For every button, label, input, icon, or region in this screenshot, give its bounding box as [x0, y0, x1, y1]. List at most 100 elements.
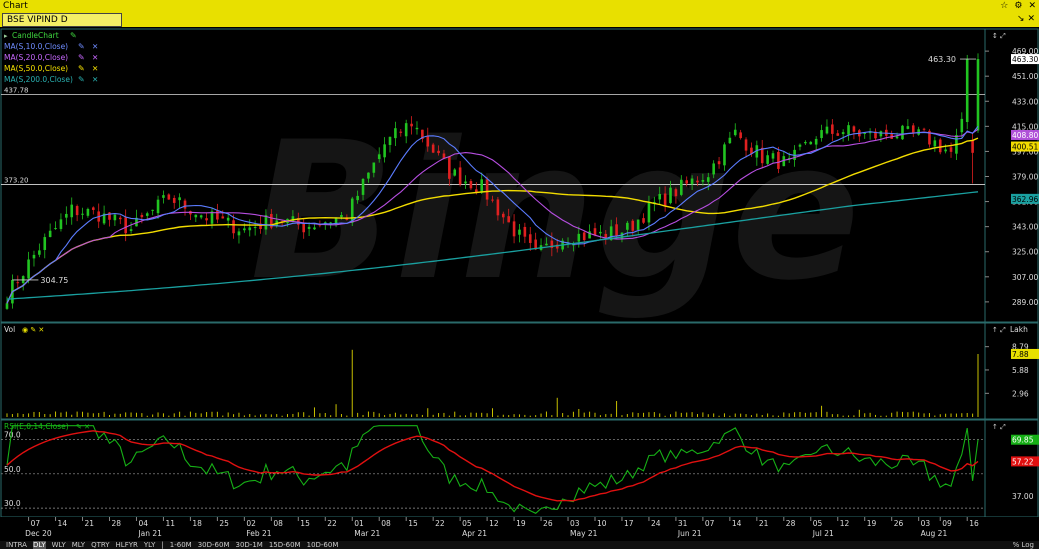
candle-body	[798, 144, 802, 147]
timeframe-item[interactable]: MLY	[72, 541, 85, 549]
candle-body	[615, 224, 618, 237]
legend-ma: MA(S,50.0,Close)	[4, 64, 68, 73]
remove-icon: ✕	[92, 53, 98, 62]
candle-body	[92, 207, 95, 210]
price-tick-label: 343.00	[1012, 223, 1038, 232]
candle-body	[895, 136, 899, 139]
x-tick-label: 31	[678, 519, 688, 528]
favorite-icon[interactable]: ☆	[1000, 1, 1008, 11]
scale-options[interactable]: % Log	[1013, 541, 1034, 549]
rsi-axis-label: 37.00	[1012, 492, 1034, 501]
x-tick-label: 07	[31, 519, 41, 528]
timeframe-item[interactable]: 15D-60M	[269, 541, 301, 549]
candle-body	[501, 213, 505, 218]
candle-body	[415, 127, 419, 130]
candle-body	[480, 179, 484, 193]
x-tick-label: 22	[327, 519, 337, 528]
x-tick-label: 18	[192, 519, 202, 528]
price-tag: 463.30	[1012, 55, 1038, 64]
candle-body	[669, 187, 672, 204]
timeframe-item[interactable]: WLY	[52, 541, 66, 549]
close-icon[interactable]: ✕	[1028, 1, 1036, 11]
candle-body	[528, 234, 532, 243]
candle-body	[388, 136, 392, 145]
price-tag: 362.96	[1012, 195, 1038, 204]
candle-body	[518, 229, 521, 235]
candle-body	[933, 140, 937, 147]
candle-body	[183, 200, 187, 209]
candle-body	[760, 147, 764, 164]
candle-body	[701, 180, 705, 182]
candle-body	[852, 126, 856, 132]
candle-body	[226, 217, 230, 221]
x-tick-label: 01	[354, 519, 364, 528]
x-tick-label: 19	[867, 519, 877, 528]
candle-body	[642, 218, 645, 223]
timeframe-item[interactable]: QTRY	[91, 541, 109, 549]
edit-icon: ✎	[78, 53, 85, 62]
timeframe-item[interactable]: 30D-1M	[236, 541, 263, 549]
settings-icon[interactable]: ⚙	[1014, 1, 1022, 11]
symbol-bar-controls[interactable]: ↘ ✕	[1017, 12, 1035, 27]
x-tick-label: 11	[165, 519, 175, 528]
chart-canvas[interactable]: Binge469.00451.00433.00415.00397.00379.0…	[0, 27, 1039, 541]
price-tick-label: 433.00	[1012, 97, 1038, 106]
rsi-tag: 57.22	[1012, 457, 1034, 466]
volume-tick-label: 5.88	[1012, 366, 1029, 375]
volume-unit: Lakh	[1010, 325, 1028, 334]
candle-body	[485, 179, 489, 200]
candle-body	[5, 303, 9, 309]
rsi-panel	[0, 419, 1039, 518]
low-level-label: 373.20	[4, 177, 29, 185]
symbol-bar: BSE VIPIND D ↘ ✕	[0, 12, 1039, 27]
x-tick-label: 16	[969, 519, 979, 528]
candle-body	[690, 178, 694, 185]
candle-body	[65, 213, 68, 218]
month-label: Jan 21	[137, 529, 162, 538]
candle-body	[361, 178, 365, 195]
candle-body	[221, 216, 225, 219]
candle-body	[48, 230, 52, 238]
timeframe-item[interactable]: 1-60M	[170, 541, 192, 549]
timeframe-item[interactable]: 30D-60M	[198, 541, 230, 549]
legend-ma: MA(S,20.0,Close)	[4, 53, 68, 62]
candle-body	[960, 118, 964, 133]
timeframe-item[interactable]: HLFYR	[116, 541, 138, 549]
candle-body	[777, 151, 780, 169]
candle-body	[647, 202, 651, 223]
timeframe-item[interactable]: DLY	[32, 541, 46, 549]
candle-body	[658, 193, 662, 200]
panel-resize-icon: ↕ ⤢	[992, 32, 1006, 40]
candle-body	[302, 222, 305, 233]
timeframe-item[interactable]: INTRA	[6, 541, 27, 549]
x-tick-label: 07	[705, 519, 715, 528]
candle-body	[545, 243, 548, 246]
x-tick-label: 14	[58, 519, 68, 528]
timeframe-item[interactable]: 10D-60M	[307, 541, 339, 549]
candle-body	[717, 161, 721, 165]
candle-body	[162, 195, 165, 198]
x-tick-label: 03	[921, 519, 931, 528]
candle-body	[491, 199, 494, 201]
candle-body	[437, 150, 440, 154]
candle-body	[86, 208, 90, 216]
candle-body	[38, 250, 41, 255]
candle-body	[32, 254, 36, 259]
candle-body	[124, 217, 127, 234]
peak-label: 463.30	[928, 55, 956, 64]
candle-body	[922, 128, 926, 130]
symbol-input[interactable]: BSE VIPIND D	[2, 13, 122, 27]
candle-body	[965, 59, 969, 123]
window-controls: ☆ ⚙ ✕	[991, 0, 1036, 12]
candle-body	[938, 139, 942, 153]
candle-body	[248, 227, 252, 231]
candle-body	[410, 123, 413, 127]
timeframe-item[interactable]: YLY	[144, 541, 156, 549]
x-tick-label: 17	[624, 519, 634, 528]
candle-body	[820, 130, 823, 139]
x-tick-label: 08	[381, 519, 391, 528]
candle-body	[809, 141, 813, 145]
high-level-label: 437.78	[4, 87, 29, 95]
candle-body	[825, 126, 829, 134]
candle-body	[27, 259, 30, 279]
